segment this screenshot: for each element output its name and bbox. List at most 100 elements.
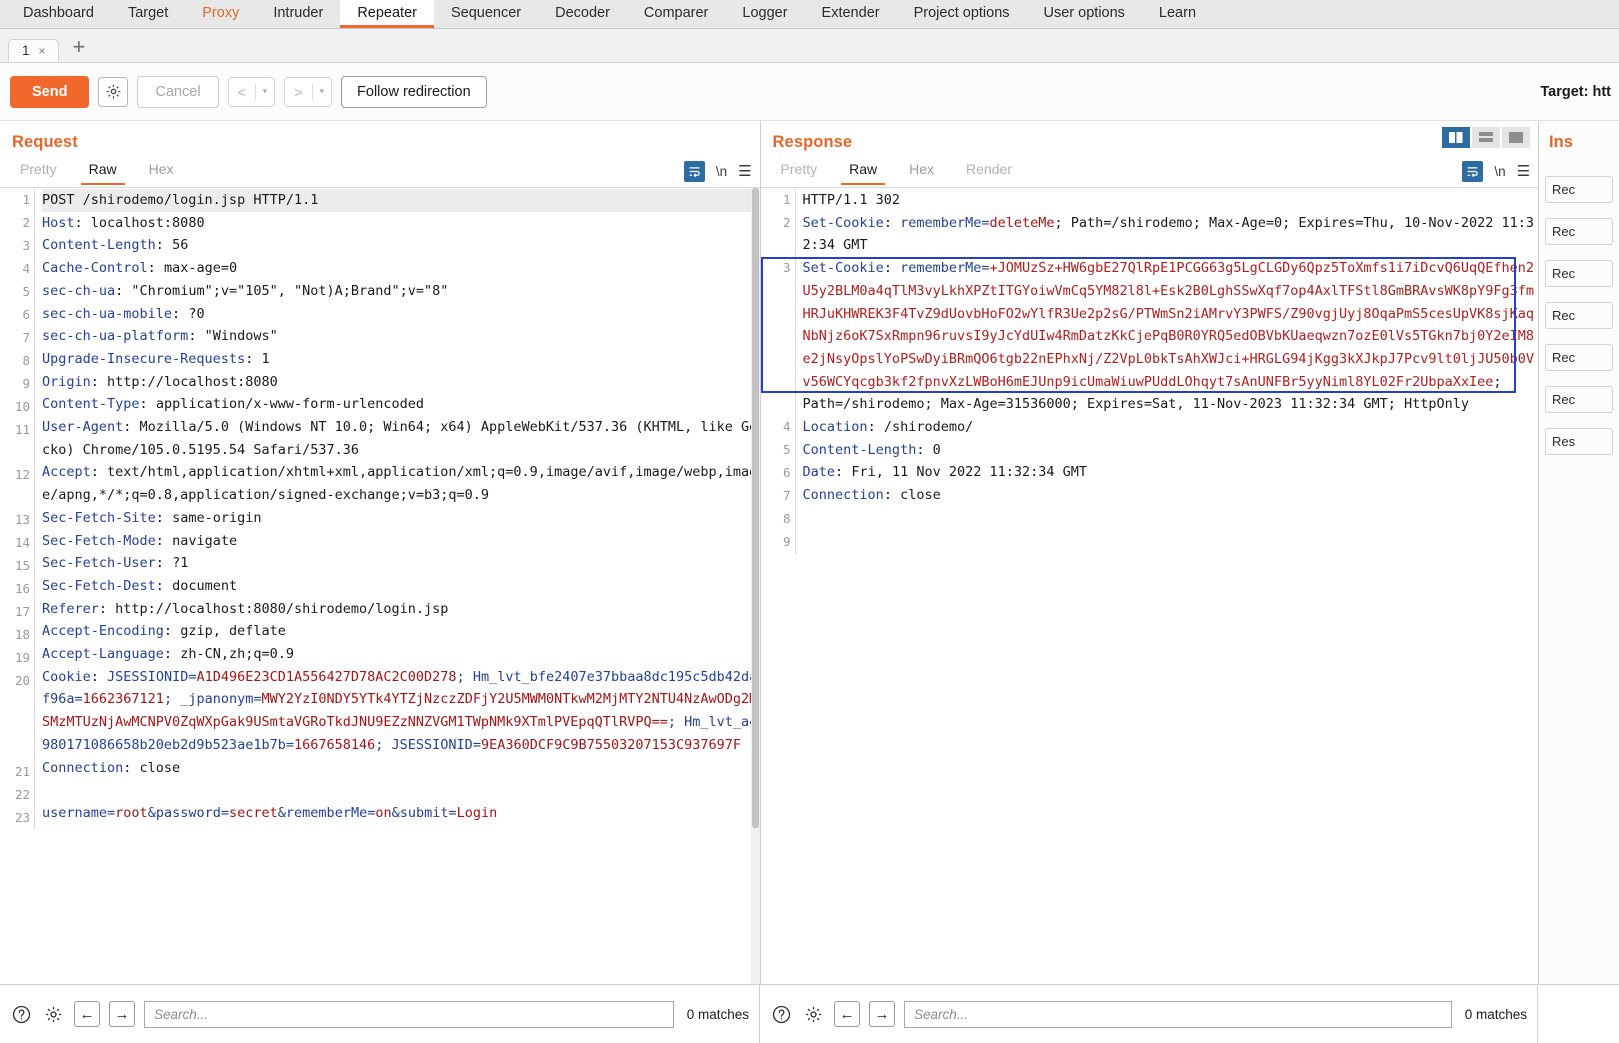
send-settings-button[interactable] — [98, 76, 129, 107]
next-request-button[interactable]: > ▾ — [284, 76, 333, 107]
code-token: : — [115, 282, 132, 299]
menu-item-label: Extender — [821, 4, 880, 21]
code-line: Location: /shirodemo/ — [803, 416, 1539, 439]
gear-icon[interactable] — [42, 1003, 65, 1026]
code-line: Upgrade-Insecure-Requests: 1 — [42, 348, 760, 371]
code-token: : — [916, 441, 933, 458]
inspector-section-1[interactable]: Rec — [1545, 218, 1613, 245]
menu-item-decoder[interactable]: Decoder — [538, 0, 627, 28]
code-line: Origin: http://localhost:8080 — [42, 371, 760, 394]
code-token: _jpanonym — [180, 691, 254, 708]
request-match-count: 0 matches — [686, 1006, 749, 1022]
code-token: 0 — [932, 441, 941, 458]
search-previous-button[interactable]: ← — [74, 1001, 100, 1027]
code-token: : — [155, 532, 173, 549]
gear-icon[interactable] — [802, 1003, 825, 1026]
code-token: ; — [375, 736, 392, 753]
search-next-button[interactable]: → — [869, 1001, 895, 1027]
request-tab-hex[interactable]: Hex — [141, 161, 182, 185]
request-search-bar: ← → Search... 0 matches — [0, 985, 760, 1043]
request-search-input[interactable]: Search... — [144, 1000, 674, 1028]
code-line: Sec-Fetch-Mode: navigate — [42, 530, 760, 553]
line-number: 18 — [14, 627, 30, 642]
inspector-section-2[interactable]: Rec — [1545, 260, 1613, 287]
menu-item-sequencer[interactable]: Sequencer — [434, 0, 538, 28]
code-token: 1 — [261, 350, 270, 367]
inspector-section-3[interactable]: Rec — [1545, 302, 1613, 329]
help-icon[interactable] — [10, 1003, 33, 1026]
add-tab-button[interactable]: + — [59, 36, 100, 62]
newline-toggle[interactable]: \n — [1494, 164, 1505, 179]
word-wrap-icon[interactable] — [1462, 160, 1484, 182]
close-icon[interactable]: × — [39, 44, 46, 58]
repeater-action-toolbar: Send Cancel < ▾ > ▾ Follow redirection T… — [0, 63, 1619, 121]
request-lines: POST /shirodemo/login.jsp HTTP/1.1 Host: … — [35, 188, 760, 830]
single-view-icon[interactable] — [1502, 127, 1531, 148]
menu-item-extender[interactable]: Extender — [805, 0, 897, 28]
request-scrollbar-thumb[interactable] — [751, 188, 759, 828]
request-scrollbar[interactable] — [750, 188, 760, 984]
menu-item-learn[interactable]: Learn — [1142, 0, 1213, 28]
hamburger-icon[interactable]: ☰ — [738, 164, 751, 179]
search-previous-button[interactable]: ← — [834, 1001, 860, 1027]
request-editor[interactable]: 1 2 3 4 5 6 7 8 9 10 11 12 13 14 15 16 17 18 19 20 21 22 23 PO… — [0, 188, 760, 984]
search-next-button[interactable]: → — [109, 1001, 135, 1027]
inspector-section-5[interactable]: Rec — [1545, 386, 1613, 413]
stacked-view-icon[interactable] — [1472, 127, 1501, 148]
line-number: 21 — [14, 764, 30, 779]
hamburger-icon[interactable]: ☰ — [1517, 164, 1530, 179]
split-view-icon[interactable] — [1442, 127, 1471, 148]
code-token: Origin — [42, 373, 91, 390]
request-tab-pretty[interactable]: Pretty — [12, 161, 65, 185]
menu-item-repeater[interactable]: Repeater — [340, 0, 434, 28]
chevron-down-icon[interactable]: ▾ — [256, 86, 275, 97]
inspector-section-6[interactable]: Res — [1545, 428, 1613, 455]
word-wrap-icon[interactable] — [683, 160, 705, 182]
response-tab-hex[interactable]: Hex — [901, 161, 942, 185]
response-tab-pretty[interactable]: Pretty — [773, 161, 826, 185]
target-label: Target: htt — [1540, 83, 1611, 100]
code-token: : — [245, 350, 262, 367]
help-icon[interactable] — [770, 1003, 793, 1026]
code-token: = — [472, 736, 481, 753]
gear-glyph — [805, 1006, 822, 1022]
repeater-tab-1[interactable]: 1 × — [8, 39, 59, 62]
main-split-area: Request Pretty Raw Hex \n ☰ 1 2 3 4 5 6 7 8 9 10 11 1… — [0, 121, 1619, 984]
menu-item-proxy[interactable]: Proxy — [185, 0, 256, 28]
send-button[interactable]: Send — [10, 75, 90, 108]
menu-item-dashboard[interactable]: Dashboard — [6, 0, 111, 28]
menu-item-user-options[interactable]: User options — [1027, 0, 1142, 28]
chevron-down-icon[interactable]: ▾ — [313, 86, 332, 97]
request-tab-raw[interactable]: Raw — [80, 161, 125, 185]
response-tab-raw[interactable]: Raw — [841, 161, 886, 185]
inspector-section-4[interactable]: Rec — [1545, 344, 1613, 371]
code-token: text/html,application/xhtml+xml,applicat… — [42, 464, 758, 504]
response-tab-render[interactable]: Render — [958, 161, 1020, 185]
line-number: 8 — [783, 511, 791, 526]
menu-item-target[interactable]: Target — [111, 0, 185, 28]
menu-item-comparer[interactable]: Comparer — [627, 0, 725, 28]
response-search-input[interactable]: Search... — [904, 1000, 1452, 1028]
code-token: : — [163, 623, 181, 640]
follow-redirection-button[interactable]: Follow redirection — [341, 75, 487, 108]
menu-item-intruder[interactable]: Intruder — [256, 0, 340, 28]
cancel-button[interactable]: Cancel — [137, 75, 219, 108]
code-token: & — [391, 804, 400, 821]
code-token: ; — [667, 714, 685, 731]
newline-toggle[interactable]: \n — [716, 164, 727, 179]
help-glyph — [772, 1005, 791, 1023]
menu-item-logger[interactable]: Logger — [725, 0, 804, 28]
inspector-section-0[interactable]: Rec — [1545, 176, 1613, 203]
response-line-numbers: 1 2 3 4 5 6 7 8 9 — [761, 188, 796, 554]
line-number: 4 — [783, 419, 791, 434]
menu-item-project-options[interactable]: Project options — [897, 0, 1027, 28]
line-number: 7 — [22, 330, 30, 345]
code-line: sec-ch-ua: "Chromium";v="105", "Not)A;Br… — [42, 280, 760, 303]
prev-request-button[interactable]: < ▾ — [227, 76, 276, 107]
line-number: 2 — [783, 215, 791, 230]
code-line: Host: localhost:8080 — [42, 212, 760, 235]
menu-item-label: Sequencer — [450, 4, 522, 21]
code-line: Accept-Encoding: gzip, deflate — [42, 620, 760, 643]
chevron-left-icon: < — [237, 83, 246, 100]
response-editor[interactable]: 1 2 3 4 5 6 7 8 9 HTTP/1.1 302 Set-Cookie: rememb… — [760, 188, 1539, 984]
